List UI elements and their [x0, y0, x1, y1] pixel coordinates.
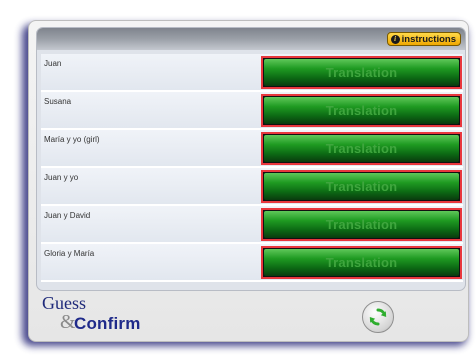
list-item: Gloria y María Translation	[41, 244, 463, 282]
guess-confirm-logo: Guess & Confirm	[42, 293, 140, 332]
translation-button[interactable]: Translation	[264, 173, 459, 200]
instructions-button[interactable]: i instructions	[386, 32, 461, 46]
list-item: María y yo (girl) Translation	[41, 130, 463, 168]
phrase-list: Juan Translation Susana Translation Marí…	[41, 54, 463, 282]
instructions-label: instructions	[401, 33, 456, 45]
list-item: Juan y yo Translation	[41, 168, 463, 206]
translation-button[interactable]: Translation	[264, 97, 459, 124]
translation-button[interactable]: Translation	[264, 211, 459, 238]
refresh-icon	[369, 308, 387, 326]
translation-slot: Translation	[261, 208, 462, 241]
logo-confirm-text: Confirm	[74, 314, 141, 333]
translation-button[interactable]: Translation	[264, 135, 459, 162]
info-icon: i	[390, 34, 400, 44]
phrase-label: Susana	[44, 97, 72, 106]
translation-button[interactable]: Translation	[264, 59, 459, 86]
phrase-label: Juan y David	[44, 211, 91, 220]
footer: Guess & Confirm	[36, 292, 466, 340]
phrase-label: Juan y yo	[44, 173, 79, 182]
phrase-label: Juan	[44, 59, 62, 68]
translation-slot: Translation	[261, 170, 462, 203]
translation-slot: Translation	[261, 56, 462, 89]
phrase-label: María y yo (girl)	[44, 135, 100, 144]
translation-button[interactable]: Translation	[264, 249, 459, 276]
list-item: Juan Translation	[41, 54, 463, 92]
translation-slot: Translation	[261, 94, 462, 127]
phrase-label: Gloria y María	[44, 249, 95, 258]
list-item: Susana Translation	[41, 92, 463, 130]
translation-slot: Translation	[261, 246, 462, 279]
logo-guess-text: Guess	[42, 293, 86, 313]
exercise-panel: i instructions Juan Translation Susana T…	[36, 27, 466, 291]
activity-stage: i instructions Juan Translation Susana T…	[0, 0, 476, 355]
refresh-button[interactable]	[362, 301, 394, 333]
translation-slot: Translation	[261, 132, 462, 165]
list-item: Juan y David Translation	[41, 206, 463, 244]
panel-header: i instructions	[37, 28, 465, 50]
